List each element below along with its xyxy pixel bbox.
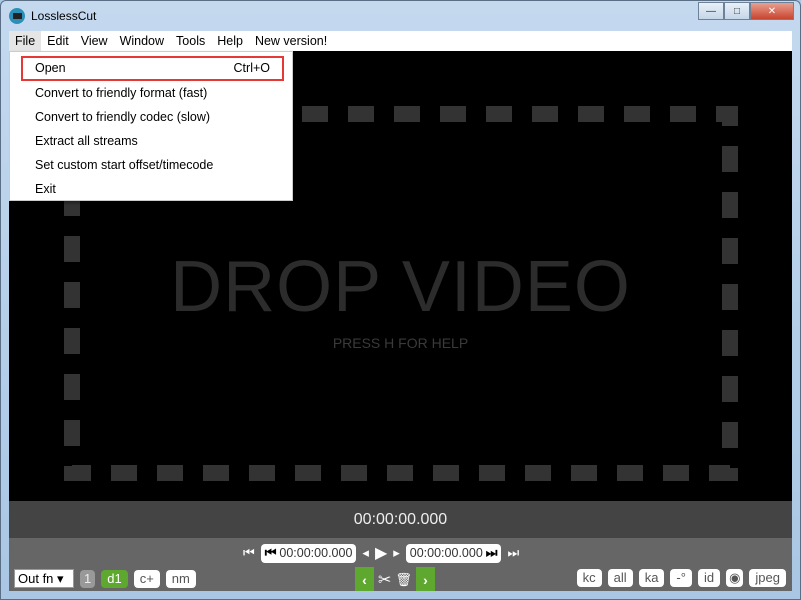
menu-new-version[interactable]: New version! [249,31,333,51]
maximize-button[interactable]: □ [724,2,750,20]
set-cut-start-icon[interactable]: ⏮ [265,545,277,561]
menu-item-label: Extract all streams [35,134,138,148]
id-button[interactable]: id [697,569,721,587]
menu-item-start-offset[interactable]: Set custom start offset/timecode [10,153,292,177]
menu-item-convert-codec[interactable]: Convert to friendly codec (slow) [10,105,292,129]
cut-start-value: 00:00:00.000 [279,546,353,560]
jump-start-icon[interactable]: ⏮ [243,545,255,561]
d1-button[interactable]: d1 [101,569,128,588]
set-cut-end-icon[interactable]: ⏭ [486,545,498,561]
menu-item-open[interactable]: Open Ctrl+O [21,56,284,81]
menu-item-label: Exit [35,182,56,196]
menu-window[interactable]: Window [114,31,170,51]
menu-item-label: Set custom start offset/timecode [35,158,214,172]
menu-item-shortcut: Ctrl+O [233,61,270,75]
controls-panel: ⏮ ⏮ 00:00:00.000 ◂ ▶ ▸ 00:00:00.000 ⏭ ⏭ Ou… [9,538,792,591]
menu-help[interactable]: Help [211,31,249,51]
all-button[interactable]: all [607,569,633,587]
window-title: LosslessCut [31,9,97,23]
cut-start-field[interactable]: ⏮ 00:00:00.000 [260,543,357,563]
output-format-select[interactable]: Out fn ▾ [14,569,74,588]
jump-end-icon[interactable]: ⏭ [507,545,519,561]
menu-bar: File Edit View Window Tools Help New ver… [9,31,792,51]
menu-tools[interactable]: Tools [170,31,211,51]
play-icon[interactable]: ▶ [375,543,387,563]
camera-icon[interactable]: ◉ [726,569,744,587]
menu-item-convert-format[interactable]: Convert to friendly format (fast) [10,81,292,105]
app-window: LosslessCut — □ ✕ DROP VIDEO PRESS H FOR… [0,0,801,600]
jpeg-button[interactable]: jpeg [749,569,786,587]
cplus-button[interactable]: c+ [133,569,160,588]
menu-item-label: Convert to friendly codec (slow) [35,110,211,124]
trash-icon[interactable]: 🗑 [395,572,412,588]
next-segment-button[interactable]: › [415,567,435,591]
menu-item-extract-streams[interactable]: Extract all streams [10,129,292,153]
title-bar: LosslessCut [9,5,96,27]
menu-edit[interactable]: Edit [41,31,75,51]
ka-button[interactable]: ka [638,569,665,587]
scissors-icon[interactable]: ✂ [378,570,391,590]
kc-button[interactable]: kc [576,569,602,587]
output-format-value: Out fn [18,571,54,586]
menu-item-exit[interactable]: Exit [10,177,292,201]
rotate-button[interactable]: -° [670,569,692,587]
cut-end-field[interactable]: 00:00:00.000 ⏭ [405,543,502,563]
segment-number[interactable]: 1 [80,569,96,588]
next-frame-icon[interactable]: ▸ [393,545,400,561]
minimize-button[interactable]: — [698,2,724,20]
prev-segment-button[interactable]: ‹ [355,567,374,591]
cut-end-value: 00:00:00.000 [409,546,483,560]
menu-item-label: Convert to friendly format (fast) [35,86,208,100]
prev-frame-icon[interactable]: ◂ [362,545,369,561]
close-button[interactable]: ✕ [750,2,794,20]
menu-item-label: Open [35,61,66,75]
help-hint: PRESS H FOR HELP [332,335,469,351]
app-icon [9,8,25,24]
menu-view[interactable]: View [75,31,114,51]
nm-button[interactable]: nm [165,569,196,588]
current-timecode: 00:00:00.000 [9,501,792,538]
menu-file[interactable]: File [9,31,42,51]
drop-video-text: DROP VIDEO [170,247,631,327]
file-menu-dropdown: Open Ctrl+O Convert to friendly format (f… [9,51,293,201]
